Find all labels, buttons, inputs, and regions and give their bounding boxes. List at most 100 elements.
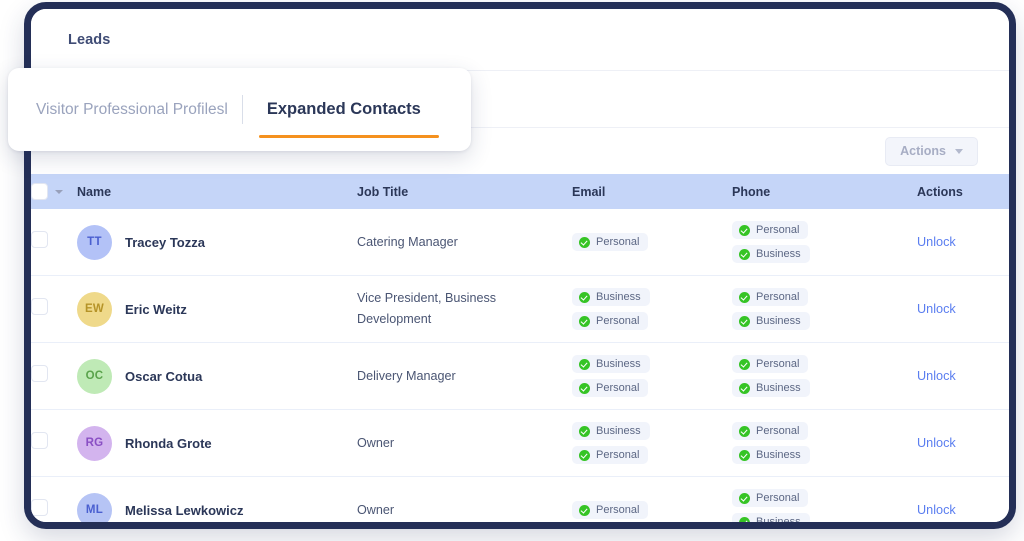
name-cell: EW Eric Weitz	[77, 275, 357, 343]
email-badge-stack: Business Personal	[572, 422, 732, 464]
check-circle-icon	[579, 358, 590, 370]
card-header: Leads	[31, 9, 1009, 71]
table-header: Name Job Title Email Phone Actions	[31, 174, 1009, 209]
phone-badge[interactable]: Business	[732, 312, 810, 330]
row-select-checkbox[interactable]	[31, 499, 48, 516]
email-badge[interactable]: Personal	[572, 501, 649, 519]
email-badge[interactable]: Personal	[572, 379, 649, 397]
name-cell: RG Rhonda Grote	[77, 409, 357, 477]
unlock-link[interactable]: Unlock	[917, 302, 956, 316]
lead-name[interactable]: Eric Weitz	[125, 302, 187, 317]
lead-name[interactable]: Tracey Tozza	[125, 235, 205, 250]
email-badge-label: Personal	[596, 315, 640, 327]
phone-badge[interactable]: Personal	[732, 221, 809, 239]
tab-overlay-card: Visitor Professional Profilesl Expanded …	[8, 68, 471, 151]
email-badge[interactable]: Personal	[572, 233, 649, 251]
phone-badge[interactable]: Business	[732, 379, 810, 397]
email-badge-stack: Personal	[572, 501, 732, 519]
phone-badge[interactable]: Business	[732, 513, 810, 522]
job-title-cell: Vice President, Business Development	[357, 275, 572, 343]
check-circle-icon	[739, 248, 750, 260]
email-cell: Business Personal	[572, 409, 732, 477]
lead-name[interactable]: Rhonda Grote	[125, 436, 212, 451]
phone-cell: Personal Business	[732, 409, 917, 477]
name-cell: TT Tracey Tozza	[77, 209, 357, 276]
actions-cell: Unlock	[917, 477, 1009, 523]
phone-badge[interactable]: Personal	[732, 355, 809, 373]
row-select-cell	[31, 409, 77, 477]
job-title: Catering Manager	[357, 234, 458, 249]
table-row: OC Oscar Cotua Delivery Manager Business Per…	[31, 342, 1009, 410]
page-title: Leads	[68, 31, 111, 48]
phone-badge[interactable]: Personal	[732, 288, 809, 306]
unlock-link[interactable]: Unlock	[917, 235, 956, 249]
email-cell: Personal	[572, 209, 732, 276]
check-circle-icon	[739, 291, 750, 303]
column-header-phone[interactable]: Phone	[732, 174, 917, 209]
phone-cell: Personal Business	[732, 342, 917, 410]
phone-badge[interactable]: Business	[732, 245, 810, 263]
phone-cell: Personal Business	[732, 209, 917, 276]
column-header-job-title[interactable]: Job Title	[357, 174, 572, 209]
check-circle-icon	[739, 425, 750, 437]
tab-visitor-professional-profiles-label: Visitor Professional Profilesl	[36, 100, 228, 118]
email-badge[interactable]: Business	[572, 288, 650, 306]
lead-name[interactable]: Melissa Lewkowicz	[125, 503, 244, 518]
phone-badge-stack: Personal Business	[732, 221, 917, 263]
lead-name[interactable]: Oscar Cotua	[125, 369, 202, 384]
tab-expanded-contacts[interactable]: Expanded Contacts	[243, 68, 447, 151]
avatar: OC	[77, 358, 112, 394]
check-circle-icon	[579, 504, 590, 516]
phone-badge[interactable]: Personal	[732, 489, 809, 507]
actions-button[interactable]: Actions	[885, 136, 978, 166]
actions-cell: Unlock	[917, 409, 1009, 477]
phone-badge[interactable]: Business	[732, 446, 810, 464]
job-title: Owner	[357, 502, 395, 517]
row-select-checkbox[interactable]	[31, 432, 48, 449]
unlock-link[interactable]: Unlock	[917, 436, 956, 450]
avatar: RG	[77, 425, 112, 461]
email-badge[interactable]: Personal	[572, 446, 649, 464]
phone-badge-label: Personal	[756, 291, 800, 303]
select-all-chevron-down-icon[interactable]	[55, 189, 63, 194]
email-badge-label: Business	[596, 291, 641, 303]
check-circle-icon	[739, 516, 750, 522]
row-select-checkbox[interactable]	[31, 298, 48, 315]
table-row: EW Eric Weitz Vice President, Business Dev…	[31, 275, 1009, 343]
phone-badge-label: Personal	[756, 224, 800, 236]
phone-badge-label: Business	[756, 449, 801, 461]
unlock-link[interactable]: Unlock	[917, 369, 956, 383]
job-title: Vice President, Business Development	[357, 291, 497, 326]
select-all-checkbox[interactable]	[31, 183, 48, 200]
phone-badge-stack: Personal Business	[732, 355, 917, 397]
check-circle-icon	[739, 492, 750, 504]
check-circle-icon	[739, 382, 750, 394]
column-header-email[interactable]: Email	[572, 174, 732, 209]
table-header-row: Name Job Title Email Phone Actions	[31, 174, 1009, 209]
row-select-checkbox[interactable]	[31, 231, 48, 248]
phone-badge-label: Business	[756, 516, 801, 522]
job-title-cell: Owner	[357, 409, 572, 477]
email-badge-label: Business	[596, 358, 641, 370]
column-header-actions: Actions	[917, 174, 1009, 209]
check-circle-icon	[579, 382, 590, 394]
check-circle-icon	[739, 358, 750, 370]
email-badge-label: Personal	[596, 449, 640, 461]
table-body: TT Tracey Tozza Catering Manager Personal Pe…	[31, 209, 1009, 522]
email-badge[interactable]: Business	[572, 422, 650, 440]
tab-visitor-professional-profiles[interactable]: Visitor Professional Profilesl	[8, 68, 242, 151]
email-badge-label: Business	[596, 425, 641, 437]
email-badge[interactable]: Business	[572, 355, 650, 373]
phone-badge-label: Personal	[756, 358, 800, 370]
email-badge-label: Personal	[596, 504, 640, 516]
phone-badge[interactable]: Personal	[732, 422, 809, 440]
unlock-link[interactable]: Unlock	[917, 503, 956, 517]
email-badge-stack: Business Personal	[572, 288, 732, 330]
email-badge-label: Personal	[596, 382, 640, 394]
leads-table: Name Job Title Email Phone Actions TT Tra…	[31, 174, 1009, 522]
row-select-checkbox[interactable]	[31, 365, 48, 382]
phone-badge-label: Business	[756, 315, 801, 327]
email-badge[interactable]: Personal	[572, 312, 649, 330]
job-title-cell: Delivery Manager	[357, 342, 572, 410]
column-header-name[interactable]: Name	[77, 174, 357, 209]
